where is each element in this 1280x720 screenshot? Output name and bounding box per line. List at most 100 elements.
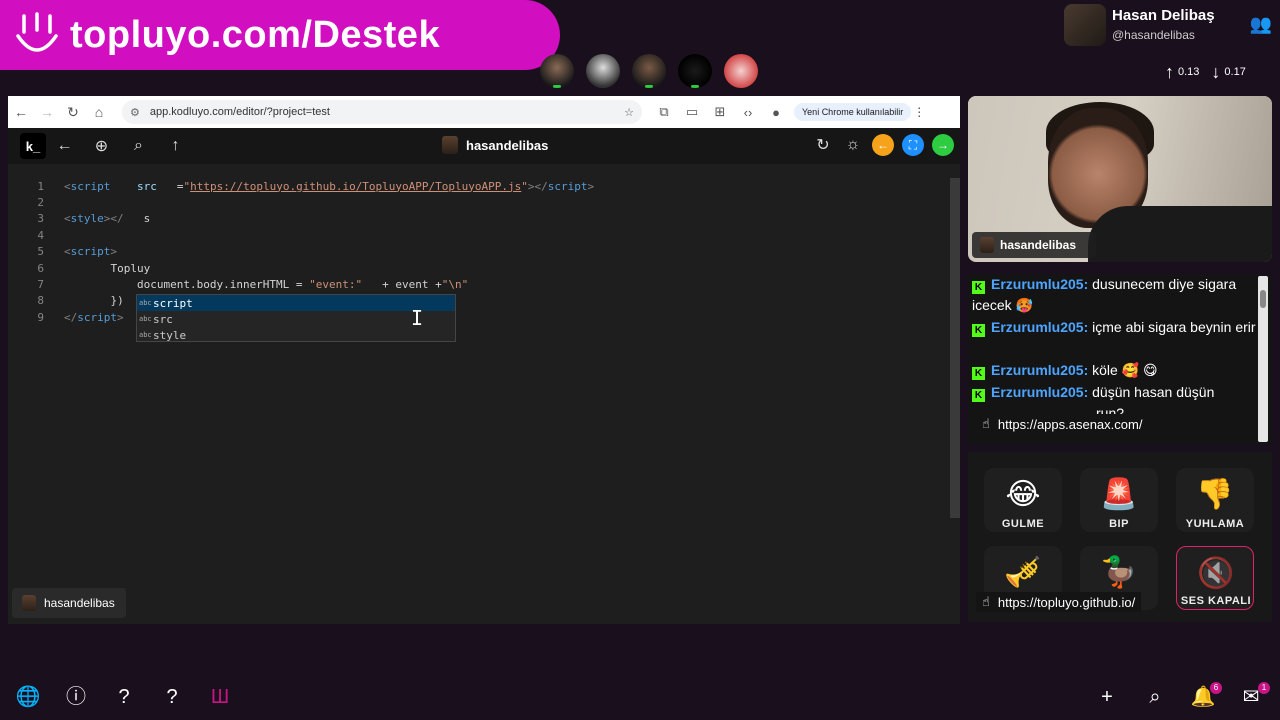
- fullscreen-button[interactable]: ⛶: [902, 134, 924, 156]
- apps-icon[interactable]: ⊞: [706, 104, 734, 120]
- kebab-menu-icon[interactable]: ⋮: [911, 105, 927, 119]
- code-token: script: [70, 179, 111, 193]
- refresh-icon[interactable]: ↻: [812, 134, 834, 156]
- notification-count: 6: [1210, 682, 1222, 694]
- code-token: script: [77, 310, 117, 324]
- code-line[interactable]: 7 document.body.innerHTML = "event:" + ev…: [8, 276, 908, 292]
- theme-sun-icon[interactable]: ☼: [842, 134, 864, 156]
- chat-username[interactable]: Erzurumlu205:: [991, 362, 1088, 378]
- link-pill[interactable]: ☝ https://apps.asenax.com/: [976, 414, 1149, 434]
- word-icon: abc: [139, 331, 152, 339]
- code-token: ": [521, 179, 528, 193]
- code-token: https://topluyo.github.io/TopluyoAPP/Top…: [190, 179, 522, 193]
- webcam-user-name: hasandelibas: [1000, 238, 1077, 252]
- chrome-update-badge[interactable]: Yeni Chrome kullanılabilir: [794, 103, 912, 121]
- code-token: =: [176, 179, 184, 193]
- viewer-avatar[interactable]: [632, 54, 666, 88]
- chat-text: düşün hasan düşün: [1088, 384, 1215, 400]
- globe-icon[interactable]: 🌐: [15, 684, 41, 710]
- streamer-name: Hasan Delibaş: [1112, 7, 1215, 24]
- line-number: 3: [37, 212, 44, 226]
- code-line[interactable]: 2: [8, 194, 908, 210]
- viewer-avatars: [540, 54, 760, 90]
- trumpet-icon: 🎺: [1004, 556, 1042, 589]
- back-icon[interactable]: ←: [8, 104, 34, 120]
- search-icon[interactable]: ⌕: [1142, 684, 1168, 710]
- avatar: [442, 136, 458, 154]
- plus-icon[interactable]: +: [1094, 684, 1120, 710]
- zoom-in-icon[interactable]: ⊕: [83, 136, 120, 156]
- link-pill[interactable]: ☝ https://topluyo.github.io/: [976, 592, 1142, 612]
- extensions-icon[interactable]: ⧉: [650, 104, 678, 120]
- support-banner[interactable]: topluyo.com/Destek: [0, 0, 560, 70]
- viewer-avatar[interactable]: [540, 54, 574, 88]
- viewer-avatar[interactable]: [724, 54, 758, 88]
- project-user-name: hasandelibas: [466, 137, 549, 153]
- devtools-icon[interactable]: ‹›: [734, 105, 762, 120]
- viewer-avatar[interactable]: [586, 54, 620, 88]
- link-pill-text: https://apps.asenax.com/: [997, 416, 1143, 432]
- back-arrow-button[interactable]: ←: [872, 134, 894, 156]
- bell-icon[interactable]: 🔔 6: [1190, 682, 1222, 710]
- hand-pointer-icon: ☝: [982, 594, 990, 609]
- chat-text: köle 🥰 😋: [1088, 362, 1158, 378]
- word-icon: abc: [139, 299, 152, 307]
- code-token: >: [117, 310, 124, 324]
- laugh-emoji-icon: 😂: [1005, 478, 1041, 511]
- autocomplete-item[interactable]: abc src: [137, 311, 455, 327]
- line-code: </script>: [64, 311, 124, 324]
- code-editor[interactable]: 1 <script src ="https://topluyo.github.io/…: [8, 164, 960, 624]
- sound-button-yuhlama[interactable]: 👎 YUHLAMA: [1176, 468, 1254, 532]
- autocomplete-item[interactable]: abc script: [137, 295, 455, 311]
- back-icon[interactable]: ←: [46, 137, 83, 155]
- topluyo-logo-icon[interactable]: Ш: [207, 684, 233, 710]
- streamer-info[interactable]: Hasan Delibaş @hasandelibas 👥: [1062, 4, 1280, 52]
- line-number: 7: [37, 277, 44, 291]
- line-code: <script src ="https://topluyo.github.io/T…: [64, 180, 594, 193]
- address-bar[interactable]: ⚙ app.kodluyo.com/editor/?project=test ☆: [122, 100, 642, 124]
- chat-message: K Erzurumlu205: içme abi sigara beynin er…: [972, 317, 1258, 338]
- help-icon[interactable]: ?: [111, 684, 137, 710]
- upload-icon[interactable]: ↑: [157, 137, 194, 155]
- code-line[interactable]: 4: [8, 227, 908, 243]
- code-token: "event:": [309, 277, 363, 291]
- code-token: ></: [527, 179, 548, 193]
- home-icon[interactable]: ⌂: [86, 104, 112, 120]
- line-code: }): [64, 294, 123, 307]
- code-line[interactable]: 6 Topluy: [8, 260, 908, 276]
- reload-icon[interactable]: ↻: [60, 104, 86, 121]
- chat-username[interactable]: Erzurumlu205:: [991, 276, 1088, 292]
- run-button[interactable]: →: [932, 134, 954, 156]
- viewer-avatar[interactable]: [678, 54, 712, 88]
- autocomplete-item[interactable]: abc style: [137, 327, 455, 343]
- forward-icon[interactable]: →: [34, 104, 60, 120]
- profile-avatar[interactable]: ●: [762, 105, 790, 120]
- site-info-icon[interactable]: ⚙: [130, 106, 140, 119]
- code-line[interactable]: 1 <script src ="https://topluyo.github.io/…: [8, 178, 908, 194]
- chat-scrollbar[interactable]: [1258, 276, 1268, 442]
- code-token: <: [64, 212, 71, 226]
- chat-username[interactable]: Erzurumlu205:: [991, 384, 1088, 400]
- line-number: 5: [37, 245, 44, 259]
- arrow-down-icon: ↓: [1211, 62, 1221, 82]
- kick-badge-icon: K: [972, 367, 985, 380]
- project-user: hasandelibas: [442, 136, 548, 154]
- banner-text: topluyo.com/Destek: [70, 13, 441, 56]
- sound-button-bip[interactable]: 🚨 BIP: [1080, 468, 1158, 532]
- search-icon[interactable]: ⌕: [120, 137, 157, 155]
- chat-username[interactable]: Erzurumlu205:: [991, 319, 1088, 335]
- code-line[interactable]: 3 <style></ s: [8, 211, 908, 227]
- bookmark-star-icon[interactable]: ☆: [624, 106, 634, 119]
- info-icon[interactable]: ⓘ: [63, 684, 89, 710]
- people-icon[interactable]: 👥: [1250, 14, 1272, 35]
- kodluyo-logo[interactable]: k_: [20, 133, 46, 159]
- editor-scrollbar[interactable]: [950, 178, 960, 518]
- sound-label: SES KAPALI: [1180, 595, 1252, 607]
- help-circle-icon[interactable]: ?: [159, 684, 185, 710]
- sound-button-gulme[interactable]: 😂 GULME: [984, 468, 1062, 532]
- sound-button-mute[interactable]: 🔇 SES KAPALI: [1176, 546, 1254, 610]
- sidebar-icon[interactable]: ▭: [678, 104, 706, 120]
- code-line[interactable]: 5 <script>: [8, 244, 908, 260]
- mail-icon[interactable]: ✉ 1: [1238, 682, 1270, 710]
